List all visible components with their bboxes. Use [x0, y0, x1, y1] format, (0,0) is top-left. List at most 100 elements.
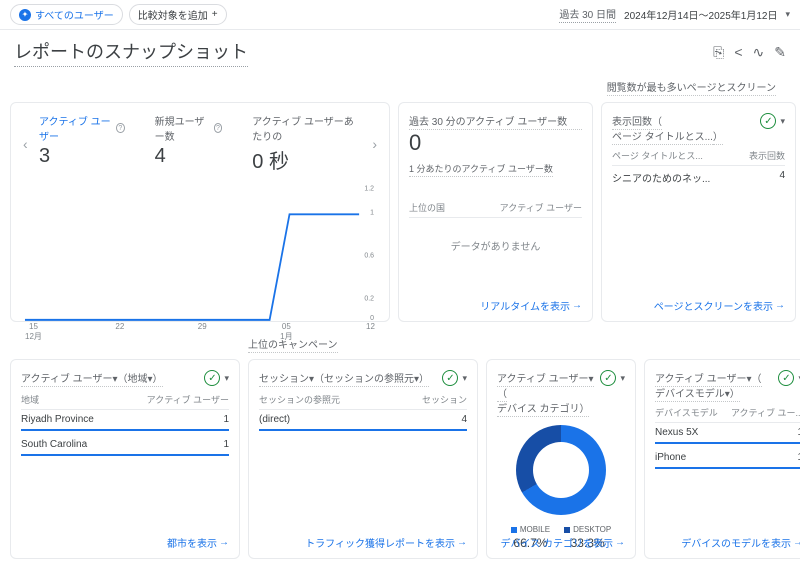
donut-chart: MOBILE 66.7% DESKTOP 33.3%: [497, 421, 625, 550]
metrics-row: ‹ アクティブ ユーザー? 3 新規ユーザー数? 4 アクティブ ユーザーあたり…: [21, 113, 379, 174]
metric-label: アクティブ ユーザーあたりの: [252, 113, 361, 143]
card-title: 表示回数（ ページ タイトルとス...）: [612, 113, 723, 143]
plus-icon: +: [212, 9, 218, 20]
realtime-value: 0: [409, 130, 582, 156]
insights-icon[interactable]: ∿: [753, 44, 765, 61]
sessions-table-head: セッションの参照元 セッション: [259, 393, 467, 410]
add-comparison-label: 比較対象を追加: [138, 7, 208, 22]
title-actions: ⎘ < ∿ ✎: [713, 44, 786, 61]
table-row[interactable]: iPhone1: [655, 448, 800, 469]
metrics-card: ‹ アクティブ ユーザー? 3 新規ユーザー数? 4 アクティブ ユーザーあたり…: [10, 102, 390, 322]
section-top-pages: 閲覧数が最も多いページとスクリーン: [607, 79, 776, 96]
title-row: レポートのスナップショット ⎘ < ∿ ✎: [0, 30, 800, 75]
card-menu[interactable]: ✓▾: [600, 370, 625, 386]
arrow-icon: →: [615, 537, 625, 548]
device-cat-link[interactable]: デバイス カテゴリを表示→: [501, 535, 625, 550]
card-menu[interactable]: ✓▾: [442, 370, 467, 386]
table-row[interactable]: Nexus 5X1: [655, 423, 800, 444]
chevron-left-icon[interactable]: ‹: [23, 136, 28, 152]
add-comparison-pill[interactable]: 比較対象を追加 +: [129, 4, 227, 25]
caret-icon: ▾: [462, 373, 467, 384]
top-bar-left: ✦ すべてのユーザー 比較対象を追加 +: [10, 4, 227, 25]
svg-text:0.6: 0.6: [364, 250, 374, 259]
metric-value: 0 秒: [252, 145, 361, 174]
card-menu[interactable]: ✓▾: [778, 370, 800, 386]
edit-icon[interactable]: ✎: [774, 44, 786, 61]
table-row[interactable]: Riyadh Province1: [21, 410, 229, 431]
all-users-pill[interactable]: ✦ すべてのユーザー: [10, 4, 123, 25]
views-card: 表示回数（ ページ タイトルとス...） ✓ ▾ ページ タイトルとス... 表…: [601, 102, 796, 322]
per-minute-label: 1 分あたりのアクティブ ユーザー数: [409, 162, 553, 177]
x-axis: 1512月 22 29 051月 12: [21, 322, 379, 342]
date-caret-icon[interactable]: ▾: [785, 9, 790, 20]
arrow-icon: →: [793, 537, 800, 548]
col-country: 上位の国: [409, 201, 445, 214]
caret-icon: ▾: [780, 116, 785, 127]
metric-new-users[interactable]: 新規ユーザー数? 4: [155, 113, 223, 168]
realtime-card: 過去 30 分のアクティブ ユーザー数 0 1 分あたりのアクティブ ユーザー数…: [398, 102, 593, 322]
views-link[interactable]: ページとスクリーンを表示→: [654, 298, 785, 313]
region-link[interactable]: 都市を表示→: [167, 535, 229, 550]
sessions-link[interactable]: トラフィック獲得レポートを表示→: [305, 535, 467, 550]
device-model-table-head: デバイスモデル アクティブ ユー...: [655, 406, 800, 423]
table-row[interactable]: South Carolina1: [21, 435, 229, 456]
col-active: アクティブ ユーザー: [500, 201, 582, 214]
check-icon: ✓: [760, 113, 776, 129]
chart-line: [25, 214, 359, 320]
top-bar-right: 過去 30 日間 2024年12月14日～2025年1月12日 ▾: [559, 6, 790, 23]
caret-icon: ▾: [620, 373, 625, 384]
customize-icon[interactable]: ⎘: [713, 44, 724, 61]
card-title[interactable]: セッション▾（セッションの参照元▾）: [259, 370, 429, 387]
arrow-icon: →: [219, 537, 229, 548]
chevron-right-icon[interactable]: ›: [372, 136, 377, 152]
metric-value: 3: [39, 145, 125, 168]
col-views: 表示回数: [749, 149, 785, 162]
card-menu[interactable]: ✓ ▾: [760, 113, 785, 129]
arrow-icon: →: [572, 300, 582, 311]
page-title: レポートのスナップショット: [14, 38, 248, 67]
table-row[interactable]: シニアのためのネッ... 4: [612, 166, 785, 189]
card-title[interactable]: アクティブ ユーザー▾（地域▾）: [21, 370, 163, 387]
help-icon[interactable]: ?: [214, 123, 223, 133]
views-table-head: ページ タイトルとス... 表示回数: [612, 149, 785, 166]
check-icon: ✓: [442, 370, 458, 386]
table-row[interactable]: (direct)4: [259, 410, 467, 431]
region-card: アクティブ ユーザー▾（地域▾） ✓▾ 地域 アクティブ ユーザー Riyadh…: [10, 359, 240, 559]
realtime-table-head: 上位の国 アクティブ ユーザー: [409, 201, 582, 218]
user-icon: ✦: [19, 9, 31, 21]
top-bar: ✦ すべてのユーザー 比較対象を追加 + 過去 30 日間 2024年12月14…: [0, 0, 800, 30]
arrow-icon: →: [775, 300, 785, 311]
card-title: アクティブ ユーザー▾（ デバイスモデル▾）: [655, 370, 762, 400]
check-icon: ✓: [204, 370, 220, 386]
col-page: ページ タイトルとス...: [612, 149, 703, 162]
card-head: 表示回数（ ページ タイトルとス...） ✓ ▾: [612, 113, 785, 143]
metric-active-users[interactable]: アクティブ ユーザー? 3: [39, 113, 125, 168]
metric-label: 新規ユーザー数?: [155, 113, 223, 143]
cards-row-1: ‹ アクティブ ユーザー? 3 新規ユーザー数? 4 アクティブ ユーザーあたり…: [0, 102, 800, 332]
date-range[interactable]: 2024年12月14日～2025年1月12日: [624, 7, 777, 22]
arrow-icon: →: [457, 537, 467, 548]
donut-ring: [516, 425, 606, 515]
sessions-card: セッション▾（セッションの参照元▾） ✓▾ セッションの参照元 セッション (d…: [248, 359, 478, 559]
svg-text:1.2: 1.2: [364, 183, 374, 192]
card-menu[interactable]: ✓▾: [204, 370, 229, 386]
card-title: アクティブ ユーザー▾（ デバイス カテゴリ）: [497, 370, 600, 415]
device-model-card: アクティブ ユーザー▾（ デバイスモデル▾） ✓▾ デバイスモデル アクティブ …: [644, 359, 800, 559]
check-icon: ✓: [778, 370, 794, 386]
period-label[interactable]: 過去 30 日間: [559, 6, 616, 23]
line-chart: 1.2 1 0.6 0.2 0: [21, 182, 379, 322]
realtime-link[interactable]: リアルタイムを表示→: [480, 298, 582, 313]
metric-value: 4: [155, 145, 223, 168]
metric-label: アクティブ ユーザー?: [39, 113, 125, 143]
all-users-label: すべてのユーザー: [35, 7, 114, 22]
card-title: 過去 30 分のアクティブ ユーザー数: [409, 113, 582, 130]
svg-text:1: 1: [370, 207, 374, 216]
metric-time-per-user[interactable]: アクティブ ユーザーあたりの 0 秒: [252, 113, 361, 174]
check-icon: ✓: [600, 370, 616, 386]
help-icon[interactable]: ?: [116, 123, 125, 133]
svg-text:0.2: 0.2: [364, 293, 374, 302]
device-model-link[interactable]: デバイスのモデルを表示→: [681, 535, 800, 550]
share-icon[interactable]: <: [734, 44, 742, 61]
region-table-head: 地域 アクティブ ユーザー: [21, 393, 229, 410]
no-data-msg: データがありません: [409, 218, 582, 273]
